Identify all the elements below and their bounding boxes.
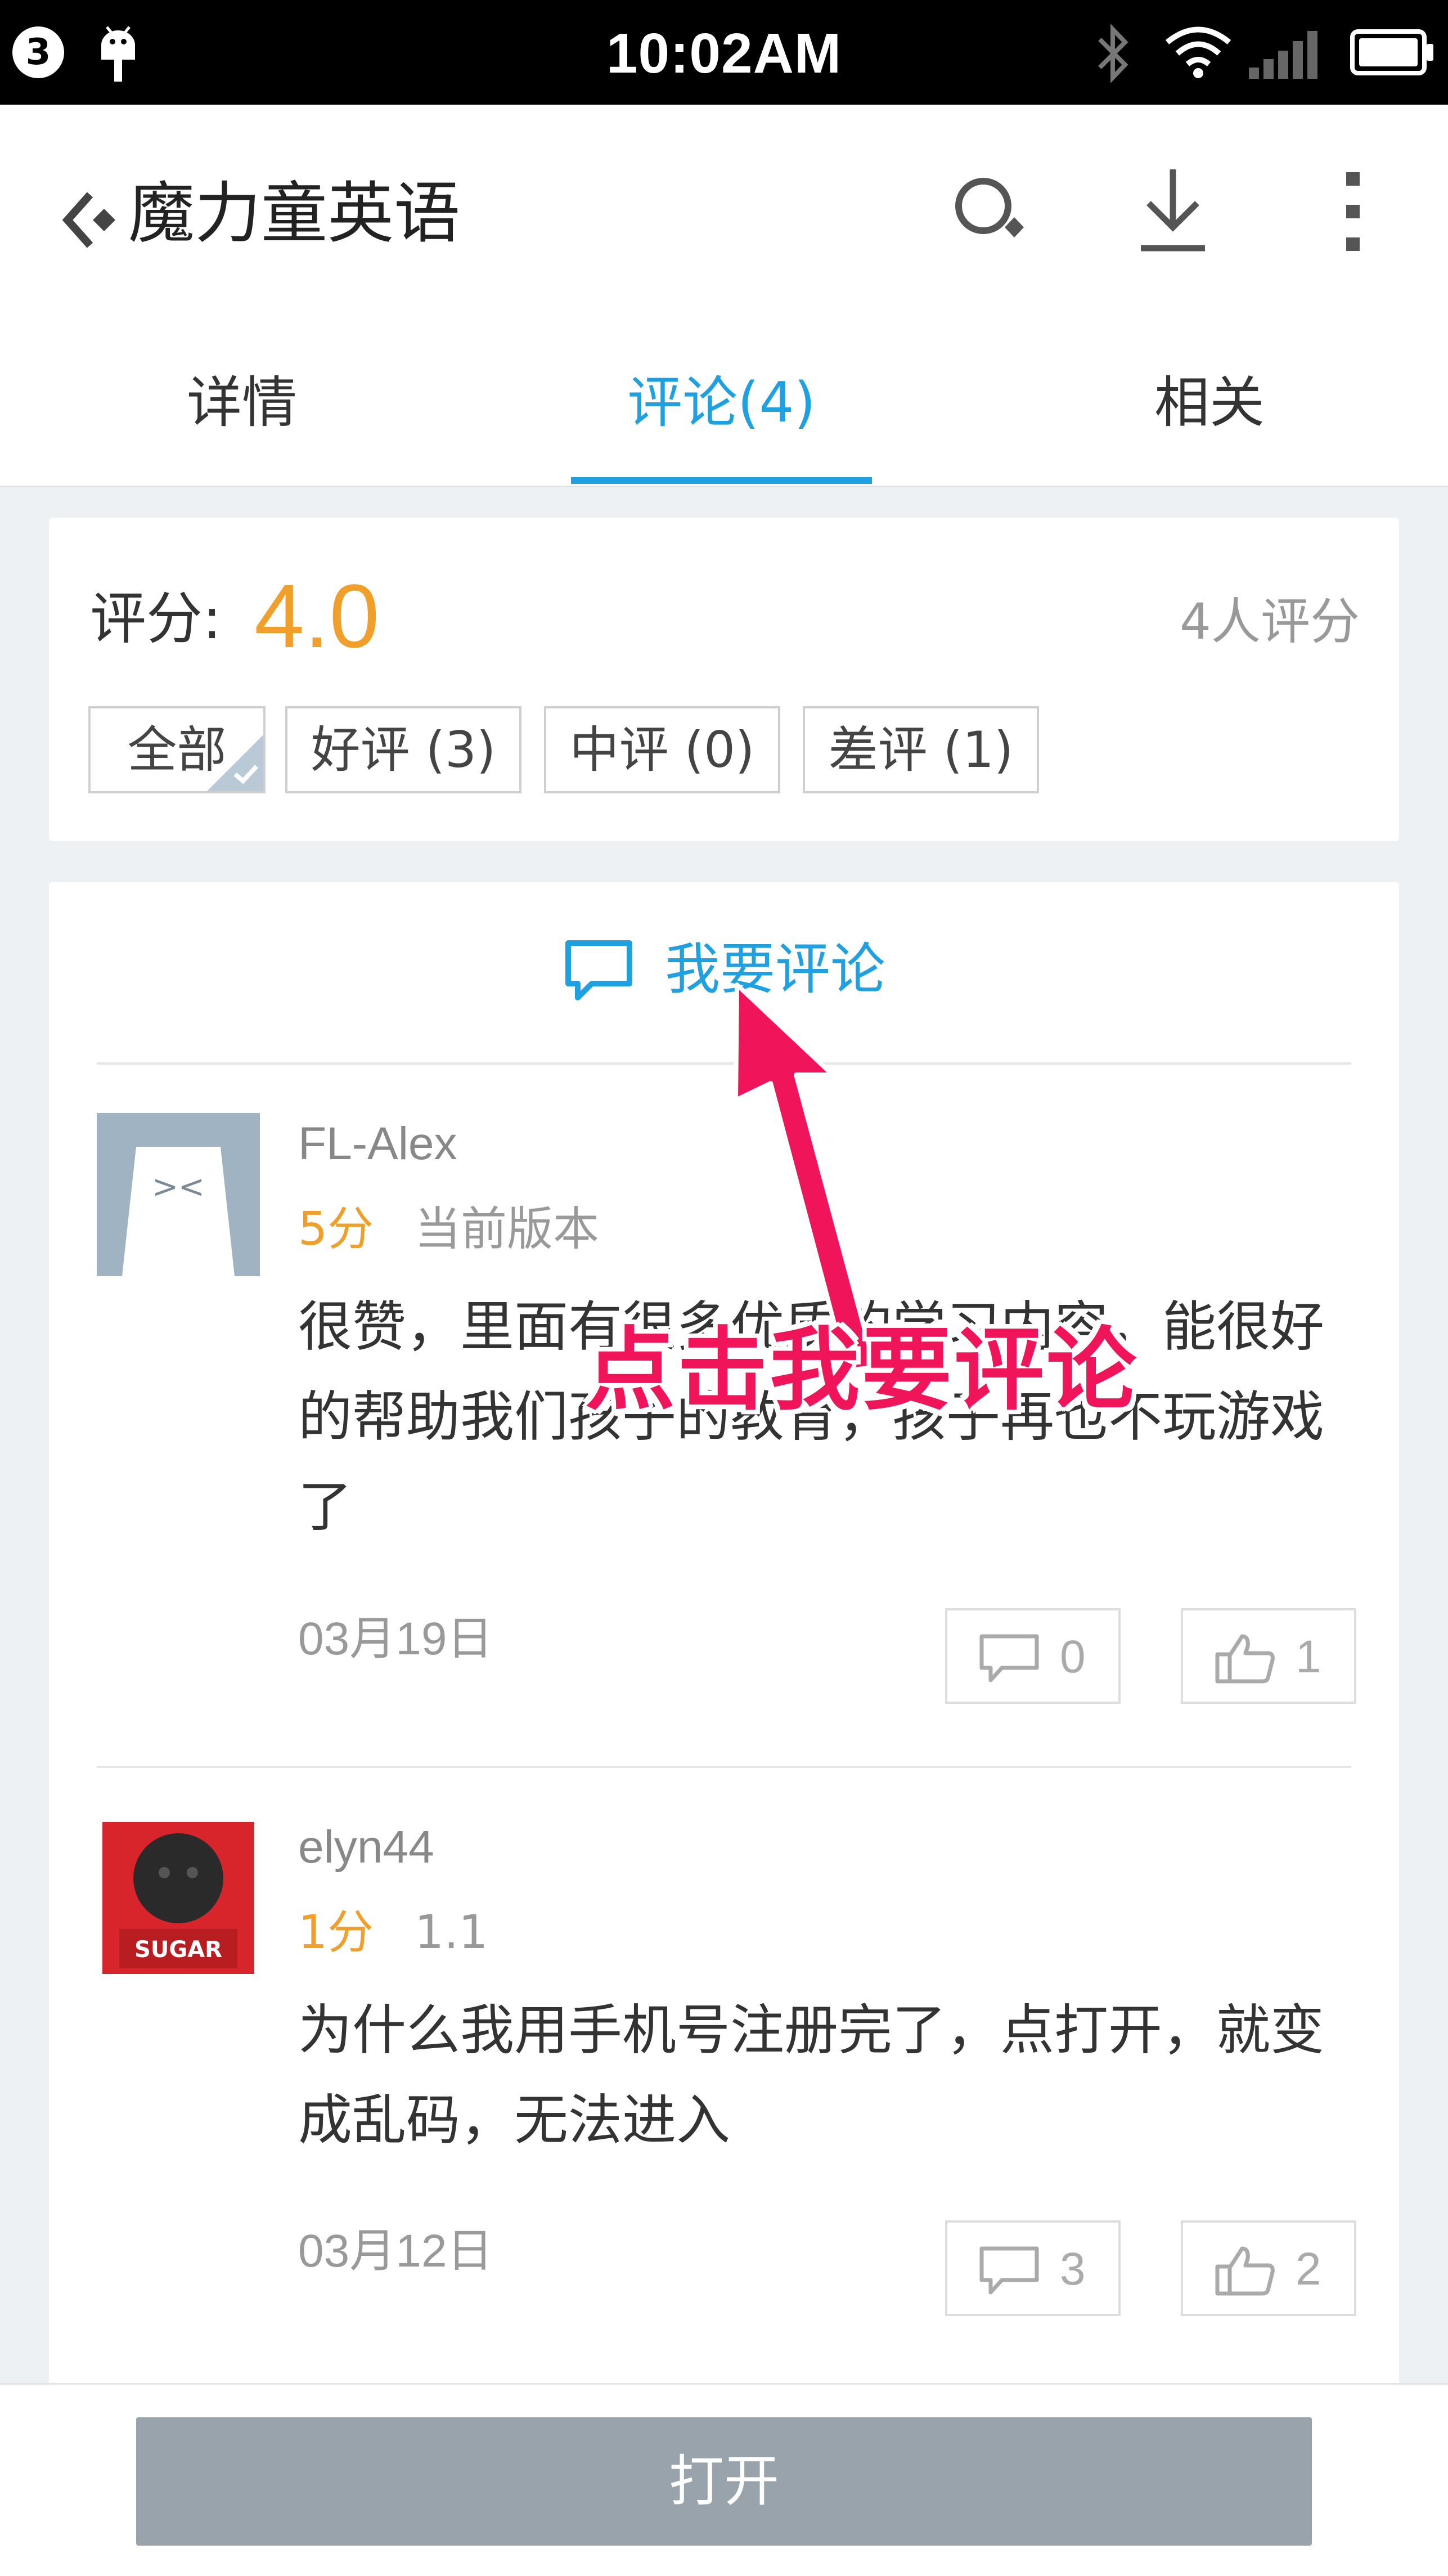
signal-icon bbox=[1249, 31, 1317, 79]
rating-summary-card: 评分: 4.0 4人评分 全部 好评 (3) 中评 (0) 差评 (1) bbox=[49, 518, 1399, 841]
thumbs-up-icon bbox=[1215, 1634, 1275, 1684]
battery-icon bbox=[1350, 29, 1433, 75]
comment-score: 1分 bbox=[298, 1906, 374, 1959]
reply-button[interactable]: 3 bbox=[945, 2220, 1121, 2316]
comment-version: 当前版本 bbox=[415, 1202, 600, 1256]
comment-date: 03月12日 bbox=[298, 2225, 493, 2277]
active-tab-indicator bbox=[571, 477, 872, 484]
tab-bar: 详情 评论(4) 相关 bbox=[0, 352, 1448, 487]
tab-comments[interactable]: 评论(4) bbox=[571, 352, 872, 487]
avatar: >< bbox=[97, 1113, 260, 1276]
app-header: 魔力童英语 详情 评论(4) 相关 bbox=[0, 105, 1448, 487]
bottom-action-bar: 打开 bbox=[0, 2383, 1448, 2576]
svg-text:><: >< bbox=[152, 1169, 205, 1205]
filter-label: 中评 (0) bbox=[569, 721, 755, 779]
reply-button[interactable]: 0 bbox=[945, 1608, 1121, 1704]
comment-bubble-icon bbox=[979, 2246, 1039, 2295]
filter-label: 好评 (3) bbox=[311, 721, 496, 779]
avatar: SUGAR bbox=[97, 1816, 260, 1980]
download-icon[interactable] bbox=[1136, 164, 1209, 254]
like-button[interactable]: 2 bbox=[1181, 2220, 1356, 2316]
comment-bubble-icon bbox=[565, 940, 632, 1000]
filter-all-button[interactable]: 全部 bbox=[88, 706, 266, 793]
comment-score: 5分 bbox=[298, 1202, 374, 1256]
rating-label: 评分: bbox=[90, 586, 222, 652]
comment-bubble-icon bbox=[979, 1634, 1039, 1682]
tab-related[interactable]: 相关 bbox=[1058, 352, 1361, 487]
reply-count: 0 bbox=[1060, 1631, 1086, 1682]
open-app-button[interactable]: 打开 bbox=[136, 2417, 1312, 2546]
filter-neutral-button[interactable]: 中评 (0) bbox=[544, 706, 780, 793]
thumbs-up-icon bbox=[1215, 2246, 1275, 2296]
like-button[interactable]: 1 bbox=[1181, 1608, 1356, 1704]
filter-positive-button[interactable]: 好评 (3) bbox=[285, 706, 521, 793]
selected-check-icon bbox=[207, 735, 263, 791]
comment-username[interactable]: FL-Alex bbox=[298, 1113, 457, 1175]
search-icon[interactable] bbox=[950, 172, 1028, 251]
tab-details[interactable]: 详情 bbox=[90, 352, 394, 487]
like-count: 1 bbox=[1296, 1631, 1321, 1682]
comment-username[interactable]: elyn44 bbox=[298, 1816, 434, 1878]
comment-item: SUGAR elyn44 1分 1.1 为什么我用手机号注册完了，点打开，就变成… bbox=[49, 1816, 1399, 2277]
divider bbox=[97, 1766, 1351, 1768]
annotation-text: 点击我要评论 bbox=[585, 1317, 1139, 1422]
status-bar: 3 10:02AM bbox=[0, 0, 1448, 105]
rating-value: 4.0 bbox=[254, 566, 380, 666]
wifi-icon bbox=[1165, 26, 1231, 78]
annotation-arrow-icon bbox=[734, 982, 877, 1372]
svg-text:SUGAR: SUGAR bbox=[134, 1937, 222, 1963]
more-icon[interactable] bbox=[1336, 167, 1370, 257]
like-count: 2 bbox=[1296, 2243, 1321, 2295]
filter-label: 差评 (1) bbox=[828, 721, 1014, 779]
filter-negative-button[interactable]: 差评 (1) bbox=[803, 706, 1039, 793]
comment-text: 为什么我用手机号注册完了，点打开，就变成乱码，无法进入 bbox=[298, 1999, 1324, 2152]
page-title: 魔力童英语 bbox=[128, 174, 461, 252]
reply-count: 3 bbox=[1060, 2243, 1086, 2295]
back-icon[interactable] bbox=[59, 183, 115, 257]
comment-version: 1.1 bbox=[415, 1906, 488, 1959]
rating-count: 4人评分 bbox=[1180, 593, 1360, 650]
comment-date: 03月19日 bbox=[298, 1613, 493, 1664]
bluetooth-icon bbox=[1098, 24, 1128, 83]
